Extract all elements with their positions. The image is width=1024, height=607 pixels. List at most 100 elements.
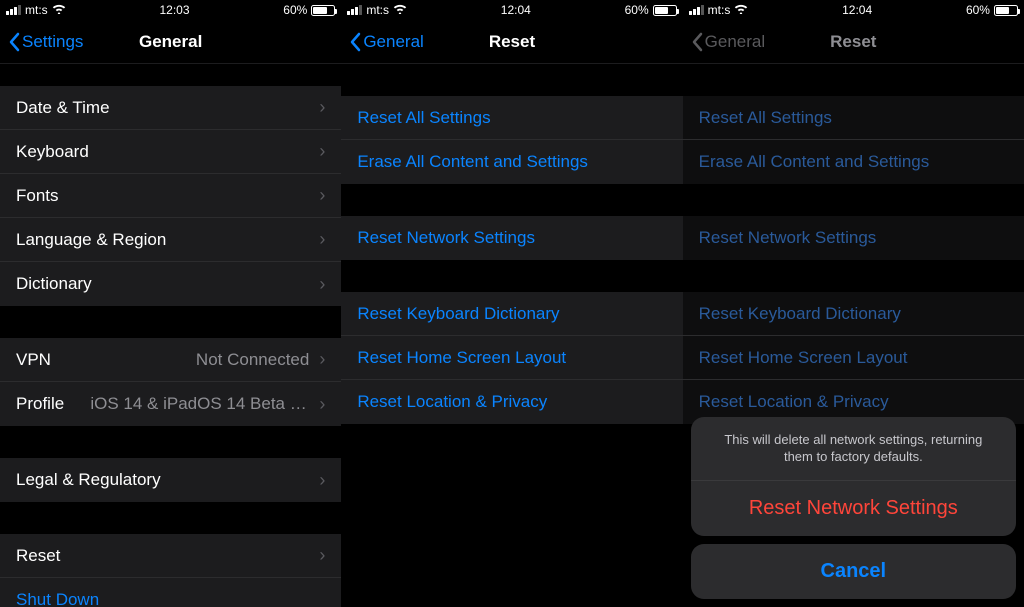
row-reset-home-layout[interactable]: Reset Home Screen Layout [341, 336, 682, 380]
row-label: Erase All Content and Settings [699, 152, 930, 172]
nav-bar: Settings General [0, 20, 341, 64]
group-general-4: Reset › Shut Down [0, 534, 341, 607]
row-detail: Not Connected [196, 350, 315, 370]
chevron-right-icon: › [319, 229, 325, 250]
back-label: General [705, 32, 765, 52]
row-label: Reset Location & Privacy [699, 392, 889, 412]
action-sheet: This will delete all network settings, r… [691, 417, 1016, 599]
signal-icon [6, 5, 21, 15]
row-label: Erase All Content and Settings [357, 152, 588, 172]
row-label: Dictionary [16, 274, 92, 294]
row-reset-location-privacy[interactable]: Reset Location & Privacy [341, 380, 682, 424]
row-erase-all[interactable]: Erase All Content and Settings [341, 140, 682, 184]
screen-general: mt:s 12:03 60% Settings General Date & T… [0, 0, 341, 607]
row-erase-all: Erase All Content and Settings [683, 140, 1024, 184]
battery-icon [994, 5, 1018, 16]
row-profile[interactable]: Profile iOS 14 & iPadOS 14 Beta Softwar.… [0, 382, 341, 426]
row-label: Legal & Regulatory [16, 470, 161, 490]
row-keyboard[interactable]: Keyboard › [0, 130, 341, 174]
screen-reset-confirm: mt:s 12:04 60% General Reset Reset All S… [683, 0, 1024, 607]
row-date-time[interactable]: Date & Time› [0, 86, 341, 130]
row-label: Date & Time [16, 98, 110, 118]
row-label: Reset Keyboard Dictionary [357, 304, 559, 324]
row-label: Reset Network Settings [699, 228, 877, 248]
group-reset-1: Reset All Settings Erase All Content and… [683, 96, 1024, 184]
row-reset-keyboard-dict: Reset Keyboard Dictionary [683, 292, 1024, 336]
row-label: Keyboard [16, 142, 89, 162]
chevron-right-icon: › [319, 141, 325, 162]
row-label: Reset Network Settings [357, 228, 535, 248]
back-button[interactable]: General [341, 32, 423, 52]
sheet-destructive-button[interactable]: Reset Network Settings [691, 481, 1016, 536]
status-bar: mt:s 12:04 60% [341, 0, 682, 20]
row-label: Language & Region [16, 230, 166, 250]
nav-bar: General Reset [683, 20, 1024, 64]
row-reset-all-settings: Reset All Settings [683, 96, 1024, 140]
battery-icon [653, 5, 677, 16]
carrier-label: mt:s [366, 3, 389, 17]
status-bar: mt:s 12:03 60% [0, 0, 341, 20]
sheet-cancel-button[interactable]: Cancel [691, 544, 1016, 599]
back-button: General [683, 32, 765, 52]
row-reset-keyboard-dict[interactable]: Reset Keyboard Dictionary [341, 292, 682, 336]
wifi-icon [734, 3, 748, 17]
row-label: Reset Home Screen Layout [699, 348, 908, 368]
back-label: Settings [22, 32, 83, 52]
chevron-right-icon: › [319, 185, 325, 206]
row-reset[interactable]: Reset › [0, 534, 341, 578]
clock: 12:04 [501, 3, 531, 17]
clock: 12:04 [842, 3, 872, 17]
chevron-right-icon: › [319, 545, 325, 566]
row-reset-network: Reset Network Settings [683, 216, 1024, 260]
row-shutdown[interactable]: Shut Down [0, 578, 341, 607]
row-fonts[interactable]: Fonts › [0, 174, 341, 218]
battery-pct: 60% [966, 3, 990, 17]
status-bar: mt:s 12:04 60% [683, 0, 1024, 20]
chevron-right-icon: › [319, 470, 325, 491]
row-legal[interactable]: Legal & Regulatory › [0, 458, 341, 502]
row-label: Reset Home Screen Layout [357, 348, 566, 368]
content-reset: Reset All Settings Erase All Content and… [341, 64, 682, 607]
carrier-label: mt:s [25, 3, 48, 17]
group-reset-3: Reset Keyboard Dictionary Reset Home Scr… [341, 292, 682, 424]
sheet-cancel-card: Cancel [691, 544, 1016, 599]
group-reset-1: Reset All Settings Erase All Content and… [341, 96, 682, 184]
group-general-2: VPN Not Connected › Profile iOS 14 & iPa… [0, 338, 341, 426]
chevron-right-icon: › [319, 274, 325, 295]
chevron-right-icon: › [319, 349, 325, 370]
row-vpn[interactable]: VPN Not Connected › [0, 338, 341, 382]
signal-icon [689, 5, 704, 15]
back-button[interactable]: Settings [0, 32, 83, 52]
group-reset-2: Reset Network Settings [683, 216, 1024, 260]
chevron-left-icon [8, 32, 20, 52]
row-label: Reset All Settings [357, 108, 490, 128]
screen-reset: mt:s 12:04 60% General Reset Reset All S… [341, 0, 682, 607]
battery-pct: 60% [625, 3, 649, 17]
row-language-region[interactable]: Language & Region › [0, 218, 341, 262]
chevron-right-icon: › [319, 394, 325, 415]
clock: 12:03 [159, 3, 189, 17]
row-label: Profile [16, 394, 64, 414]
back-label: General [363, 32, 423, 52]
wifi-icon [393, 3, 407, 17]
row-label: Shut Down [16, 590, 99, 607]
battery-pct: 60% [283, 3, 307, 17]
battery-icon [311, 5, 335, 16]
row-reset-home-layout: Reset Home Screen Layout [683, 336, 1024, 380]
row-detail: iOS 14 & iPadOS 14 Beta Softwar... [90, 394, 315, 414]
row-label: Fonts [16, 186, 59, 206]
chevron-left-icon [349, 32, 361, 52]
row-dictionary[interactable]: Dictionary › [0, 262, 341, 306]
row-reset-network[interactable]: Reset Network Settings [341, 216, 682, 260]
sheet-card: This will delete all network settings, r… [691, 417, 1016, 536]
row-label: Reset All Settings [699, 108, 832, 128]
group-general-3: Legal & Regulatory › [0, 458, 341, 502]
signal-icon [347, 5, 362, 15]
sheet-message: This will delete all network settings, r… [691, 417, 1016, 481]
row-label: Reset [16, 546, 60, 566]
wifi-icon [52, 3, 66, 17]
row-reset-all-settings[interactable]: Reset All Settings [341, 96, 682, 140]
row-label: VPN [16, 350, 51, 370]
chevron-left-icon [691, 32, 703, 52]
row-label: Reset Location & Privacy [357, 392, 547, 412]
